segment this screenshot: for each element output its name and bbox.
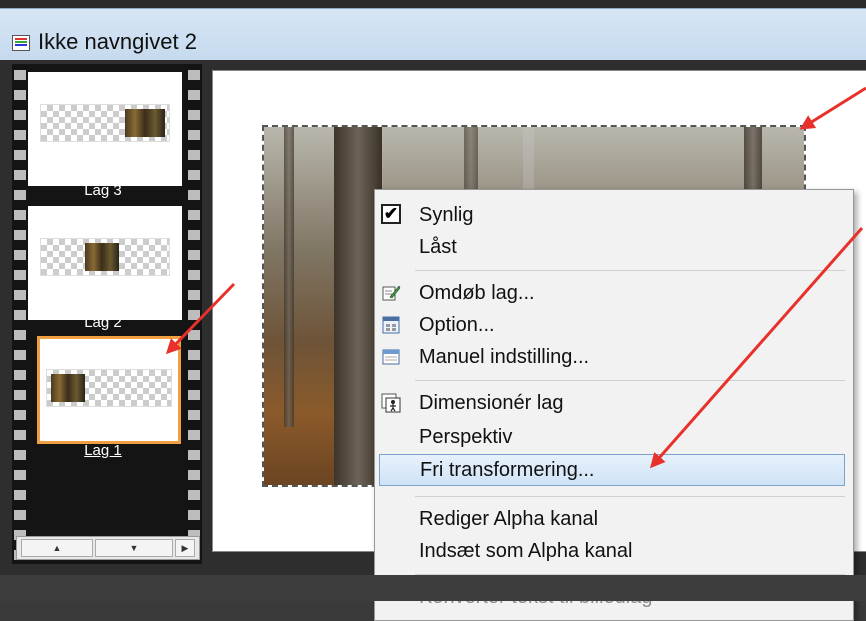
menu-item-perspektiv[interactable]: Perspektiv — [375, 422, 853, 454]
tree-trunk — [284, 127, 294, 427]
menu-item-label: Dimensionér lag — [419, 392, 564, 414]
document-title: Ikke navngivet 2 — [38, 29, 197, 54]
menu-item-label: Manuel indstilling... — [419, 346, 590, 368]
layer-label-3[interactable]: Lag 3 — [28, 182, 178, 199]
menu-item-omdoeb[interactable]: Omdøb lag... — [375, 278, 853, 310]
layer-content-preview — [125, 109, 165, 137]
transparency-checker — [46, 369, 172, 407]
layer-thumbnail-3[interactable] — [28, 72, 182, 186]
menu-item-fri-transformering[interactable]: Fri transformering... — [379, 454, 845, 486]
top-border — [0, 0, 866, 8]
resize-icon — [381, 393, 401, 413]
menu-item-label: Låst — [419, 236, 457, 258]
menu-item-dimensioner[interactable]: Dimensionér lag — [375, 388, 853, 420]
menu-item-laast[interactable]: Låst — [375, 232, 853, 264]
status-strip — [0, 575, 866, 601]
layer-context-menu: ✔ Synlig Låst Omdøb lag... Option... Man… — [374, 189, 854, 621]
menu-item-label: Perspektiv — [419, 426, 513, 448]
layer-thumbnail-2[interactable] — [28, 206, 182, 320]
layer-content-preview — [51, 374, 85, 402]
menu-item-label: Indsæt som Alpha kanal — [419, 540, 633, 562]
menu-item-label: Omdøb lag... — [419, 282, 535, 304]
menu-item-option[interactable]: Option... — [375, 310, 853, 342]
scroll-up-button[interactable]: ▲ — [21, 539, 93, 557]
menu-item-manuel[interactable]: Manuel indstilling... — [375, 342, 853, 374]
filmstrip-holes-left — [14, 64, 26, 564]
scroll-right-button[interactable]: ▶ — [175, 539, 195, 557]
menu-item-label: Synlig — [419, 204, 474, 226]
rename-icon — [382, 285, 401, 301]
layer-content-preview — [85, 243, 119, 271]
layer-panel-scrollbar[interactable]: ▲ ▼ ▶ — [16, 536, 200, 560]
transparency-checker — [40, 238, 170, 276]
filmstrip-holes-right — [188, 64, 200, 564]
layer-label-1[interactable]: Lag 1 — [28, 442, 178, 459]
menu-item-label: Option... — [419, 314, 495, 336]
transparency-checker — [40, 104, 170, 142]
menu-item-rediger-alpha[interactable]: Rediger Alpha kanal — [375, 504, 853, 536]
menu-separator — [415, 270, 845, 271]
scroll-down-button[interactable]: ▼ — [95, 539, 173, 557]
menu-item-indsaet-alpha[interactable]: Indsæt som Alpha kanal — [375, 536, 853, 568]
layer-label-2[interactable]: Lag 2 — [28, 314, 178, 331]
document-icon — [12, 35, 30, 51]
menu-item-label: Fri transformering... — [420, 459, 595, 481]
window-icon — [382, 349, 400, 365]
check-icon: ✔ — [381, 204, 401, 224]
menu-separator — [415, 496, 845, 497]
menu-item-label: Rediger Alpha kanal — [419, 508, 599, 530]
menu-separator — [415, 380, 845, 381]
options-icon — [382, 316, 400, 334]
document-titlebar: Ikke navngivet 2 — [0, 8, 866, 61]
layer-thumbnail-1[interactable] — [37, 336, 181, 444]
menu-item-synlig[interactable]: ✔ Synlig — [375, 200, 853, 232]
